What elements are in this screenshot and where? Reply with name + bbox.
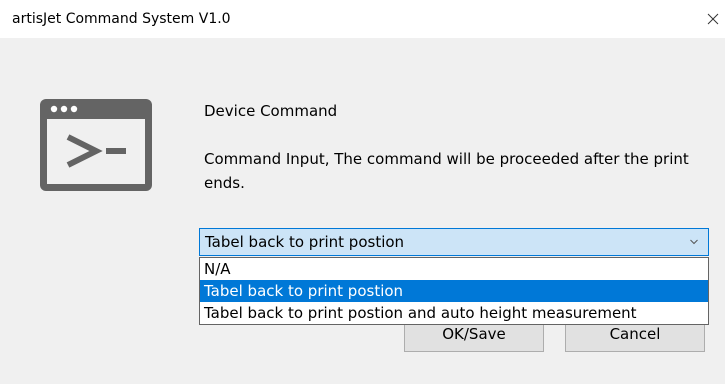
command-select-value: Tabel back to print postion [205,233,405,251]
dropdown-option-table-back[interactable]: Tabel back to print postion [200,280,708,302]
dialog-heading: Device Command [204,102,338,120]
close-icon [707,13,718,25]
window-title: artisJet Command System V1.0 [12,11,231,27]
title-bar: artisJet Command System V1.0 [0,0,725,38]
command-dropdown-list: N/A Tabel back to print postion Tabel ba… [199,257,709,325]
close-button[interactable] [700,6,725,32]
command-select[interactable]: Tabel back to print postion [199,228,709,256]
dropdown-option-table-back-auto-height[interactable]: Tabel back to print postion and auto hei… [200,302,708,324]
dropdown-option-na[interactable]: N/A [200,258,708,280]
console-window-icon [40,99,152,191]
dialog-description: Command Input, The command will be proce… [204,150,689,192]
chevron-down-icon [690,239,698,245]
